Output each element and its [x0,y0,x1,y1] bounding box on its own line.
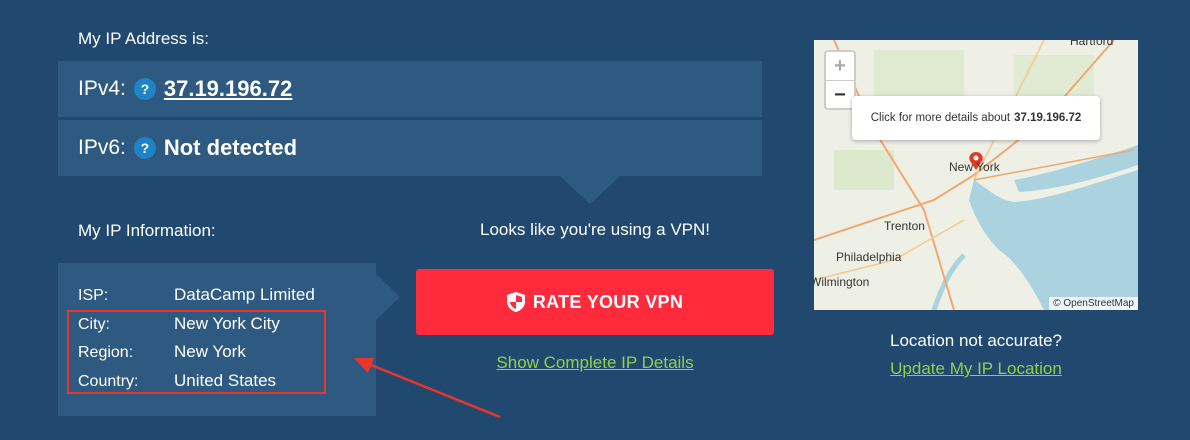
popup-ip: 37.19.196.72 [1014,112,1082,124]
city-label: Philadelphia [836,250,902,264]
ipv6-row: IPv6: ? Not detected [58,120,762,176]
rate-vpn-button[interactable]: RATE YOUR VPN [416,269,774,335]
ipv4-help-icon[interactable]: ? [133,78,156,100]
ipv6-value: Not detected [163,135,298,160]
location-map[interactable]: + − Click for more details about 37.19.19… [814,40,1138,310]
map-background [814,40,1138,310]
ipv4-row: IPv4: ? 37.19.196.72 [58,61,762,117]
info-panel-pointer [376,274,400,320]
ipv6-help-icon[interactable]: ? [133,137,156,159]
popup-text: Click for more details about [870,112,1011,124]
info-row-isp: ISP: DataCamp Limited [78,285,315,305]
city-label: New York [949,160,1000,174]
shield-icon [506,292,525,312]
info-key: ISP: [78,287,109,304]
map-popup[interactable]: Click for more details about 37.19.196.72 [852,96,1100,140]
city-label: Wilmington [814,275,870,289]
ipv4-label: IPv4: [78,77,126,100]
vpn-message: Looks like you're using a VPN! [479,220,711,239]
info-value: DataCamp Limited [174,285,315,304]
ipv6-label: IPv6: [78,136,126,159]
map-attribution[interactable]: © OpenStreetMap [1049,297,1138,310]
city-label: Trenton [884,219,925,233]
zoom-out-button[interactable]: − [826,81,854,109]
location-question: Location not accurate? [889,331,1062,350]
ip-address-heading: My IP Address is: [78,29,210,48]
update-location-link[interactable]: Update My IP Location [890,359,1062,378]
zoom-in-button[interactable]: + [826,52,854,81]
rate-vpn-label: RATE YOUR VPN [532,291,684,312]
ip-info-heading: My IP Information: [78,221,216,240]
show-ip-details-link[interactable]: Show Complete IP Details [496,353,693,372]
panel-pointer [560,176,620,204]
ipv4-value-link[interactable]: 37.19.196.72 [164,76,292,102]
highlight-box [67,310,326,394]
city-label: Hartford [1070,40,1114,48]
